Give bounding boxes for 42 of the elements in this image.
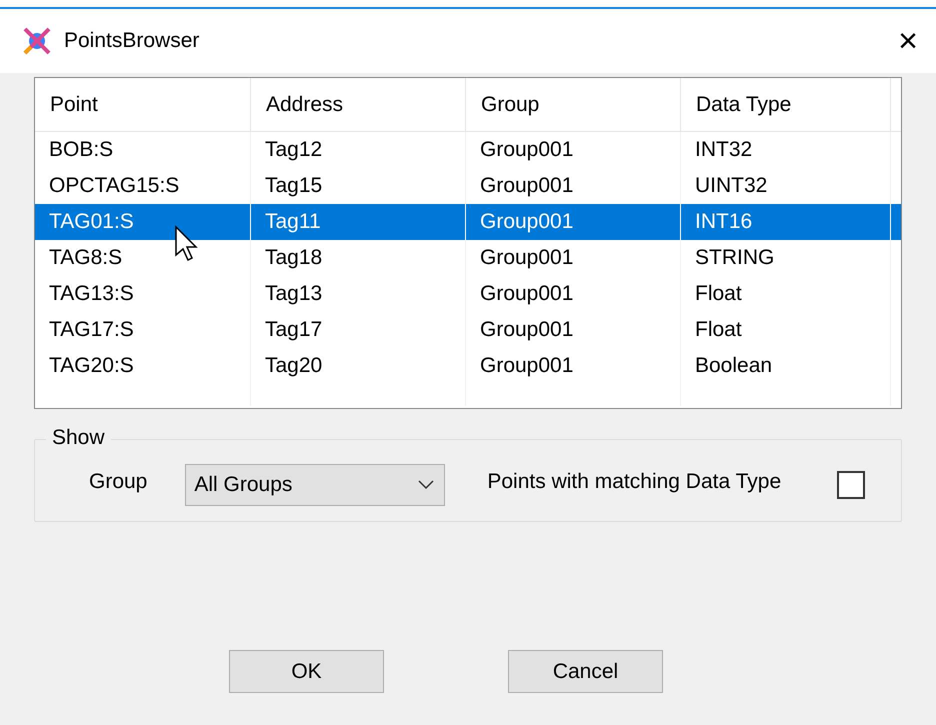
- table-cell: TAG20:S: [35, 348, 251, 384]
- table-row[interactable]: TAG13:S Tag13 Group001 Float: [35, 276, 901, 312]
- table-cell: Tag13: [251, 276, 466, 312]
- table-cell: Tag18: [251, 240, 466, 276]
- dialog-button[interactable]: OK: [229, 650, 384, 693]
- app-icon: [22, 26, 52, 56]
- chevron-down-icon: [418, 480, 434, 490]
- table-row[interactable]: TAG20:S Tag20 Group001 Boolean: [35, 348, 901, 384]
- window-title: PointsBrowser: [64, 28, 200, 54]
- table-cell: Group001: [466, 348, 681, 384]
- dialog-button[interactable]: Cancel: [508, 650, 663, 693]
- table-cell: Float: [681, 312, 891, 348]
- table-cell: Group001: [466, 204, 681, 240]
- table-cell: Float: [681, 276, 891, 312]
- table-row[interactable]: TAG01:S Tag11 Group001 INT16: [35, 204, 901, 240]
- table-cell: Tag11: [251, 204, 466, 240]
- table-cell: Group001: [466, 312, 681, 348]
- table-cell: INT16: [681, 204, 891, 240]
- close-button[interactable]: ×: [892, 24, 924, 58]
- column-header[interactable]: Point: [35, 78, 251, 131]
- table-cell: TAG17:S: [35, 312, 251, 348]
- column-header[interactable]: Address: [251, 78, 466, 131]
- table-cell: BOB:S: [35, 132, 251, 168]
- match-checkbox[interactable]: [837, 470, 865, 498]
- mouse-cursor-icon: [174, 225, 200, 263]
- column-header[interactable]: Group: [466, 78, 681, 131]
- table-cell: Tag20: [251, 348, 466, 384]
- table-cell: Group001: [466, 240, 681, 276]
- group-label: Group: [89, 468, 148, 495]
- table-cell: INT32: [681, 132, 891, 168]
- table-cell: Tag17: [251, 312, 466, 348]
- table-cell: Tag12: [251, 132, 466, 168]
- table-cell: TAG13:S: [35, 276, 251, 312]
- table-cell: Group001: [466, 276, 681, 312]
- match-label: Points with matching Data Type: [487, 468, 782, 495]
- table-cell: STRING: [681, 240, 891, 276]
- table-row[interactable]: TAG17:S Tag17 Group001 Float: [35, 312, 901, 348]
- column-header[interactable]: Data Type: [681, 78, 891, 131]
- table-cell: Boolean: [681, 348, 891, 384]
- table-cell: Group001: [466, 132, 681, 168]
- table-row[interactable]: BOB:S Tag12 Group001 INT32: [35, 132, 901, 168]
- group-dropdown[interactable]: All Groups: [185, 464, 446, 506]
